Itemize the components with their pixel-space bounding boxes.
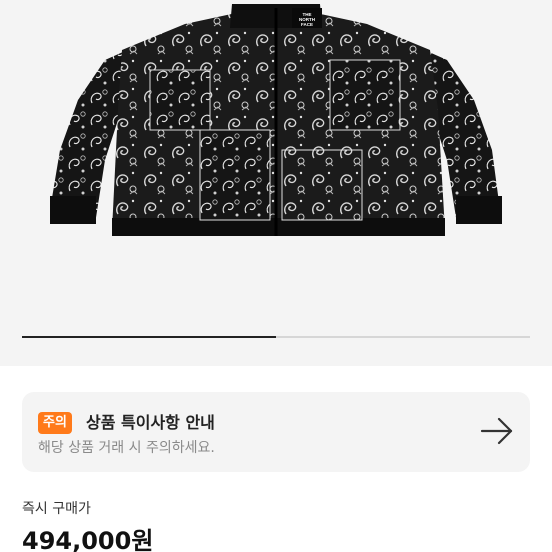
product-notice-card[interactable]: 주의 상품 특이사항 안내 해당 상품 거래 시 주의하세요.: [22, 392, 530, 472]
instant-buy-price: 494,000원: [22, 527, 154, 552]
jacket-image: THE NORTH FACE: [50, 4, 502, 236]
caution-badge: 주의: [38, 412, 72, 434]
notice-title: 상품 특이사항 안내: [86, 413, 215, 432]
svg-text:FACE: FACE: [301, 22, 313, 27]
carousel-indicator-active: [22, 336, 276, 338]
instant-buy-label: 즉시 구매가: [22, 501, 91, 517]
product-image[interactable]: THE NORTH FACE: [0, 0, 552, 366]
arrow-right-icon[interactable]: [480, 416, 514, 446]
notice-subtitle: 해당 상품 거래 시 주의하세요.: [38, 440, 215, 456]
carousel-indicator: [22, 336, 530, 338]
